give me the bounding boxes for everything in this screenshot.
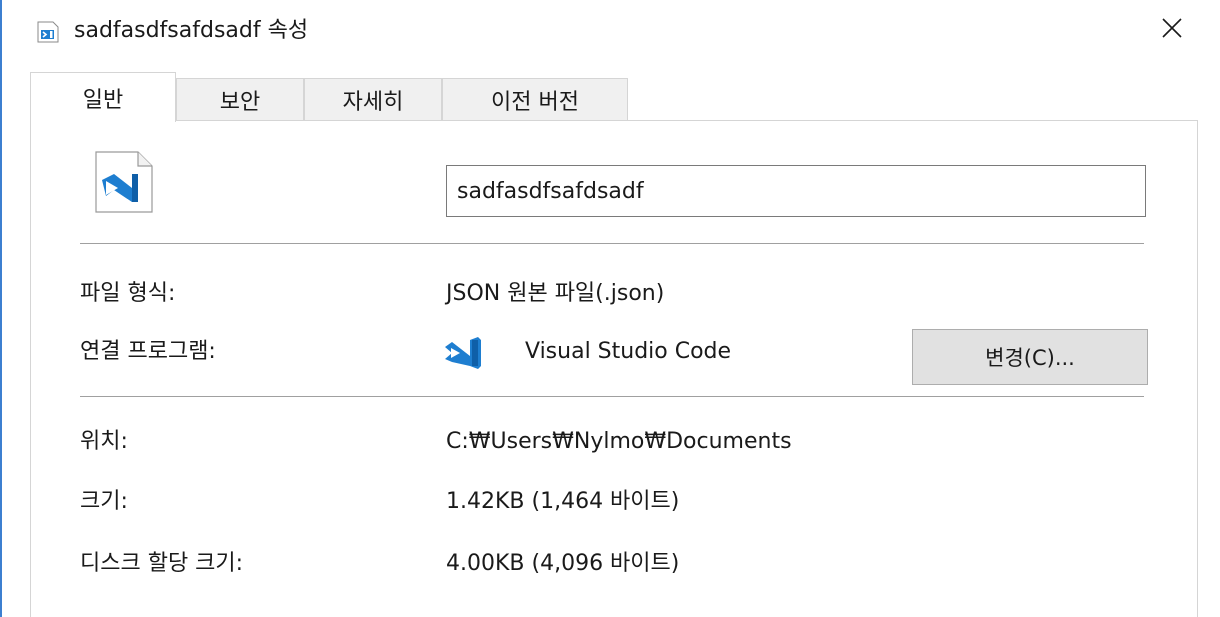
size-label: 크기:	[80, 489, 128, 514]
file-type-value: JSON 원본 파일(.json)	[446, 281, 665, 306]
tab-details[interactable]: 자세히	[304, 78, 442, 120]
disk-size-value: 4.00KB (4,096 바이트)	[446, 551, 680, 576]
size-value: 1.42KB (1,464 바이트)	[446, 489, 680, 514]
window-title: sadfasdfsafdsadf 속성	[74, 18, 309, 43]
tab-label: 보안	[219, 89, 261, 115]
disk-size-label: 디스크 할당 크기:	[80, 551, 244, 576]
tab-security[interactable]: 보안	[176, 78, 304, 120]
opens-with-label: 연결 프로그램:	[80, 339, 216, 364]
tab-label: 일반	[82, 87, 124, 113]
change-program-button[interactable]: 변경(C)...	[912, 329, 1148, 385]
tab-previous-versions[interactable]: 이전 버전	[442, 78, 628, 120]
file-name-field[interactable]	[446, 165, 1146, 217]
location-value: C:₩Users₩Nylmo₩Documents	[446, 429, 792, 454]
divider	[80, 396, 1144, 397]
close-button[interactable]	[1150, 10, 1194, 50]
tab-general[interactable]: 일반	[30, 72, 176, 122]
tab-label: 자세히	[342, 89, 404, 115]
opens-with-value: Visual Studio Code	[525, 339, 732, 364]
location-label: 위치:	[80, 429, 128, 454]
file-type-label: 파일 형식:	[80, 281, 176, 306]
divider	[80, 243, 1144, 244]
vscode-app-icon	[444, 336, 482, 370]
vscode-file-icon	[36, 20, 60, 44]
title-bar[interactable]: sadfasdfsafdsadf 속성	[0, 0, 1220, 62]
tab-label: 이전 버전	[491, 89, 579, 115]
vscode-file-icon	[92, 150, 156, 214]
window-border	[0, 0, 2, 617]
properties-dialog: sadfasdfsafdsadf 속성 일반 보안 자세히 이전 버전 sadf…	[0, 0, 1220, 617]
close-icon	[1161, 17, 1183, 43]
